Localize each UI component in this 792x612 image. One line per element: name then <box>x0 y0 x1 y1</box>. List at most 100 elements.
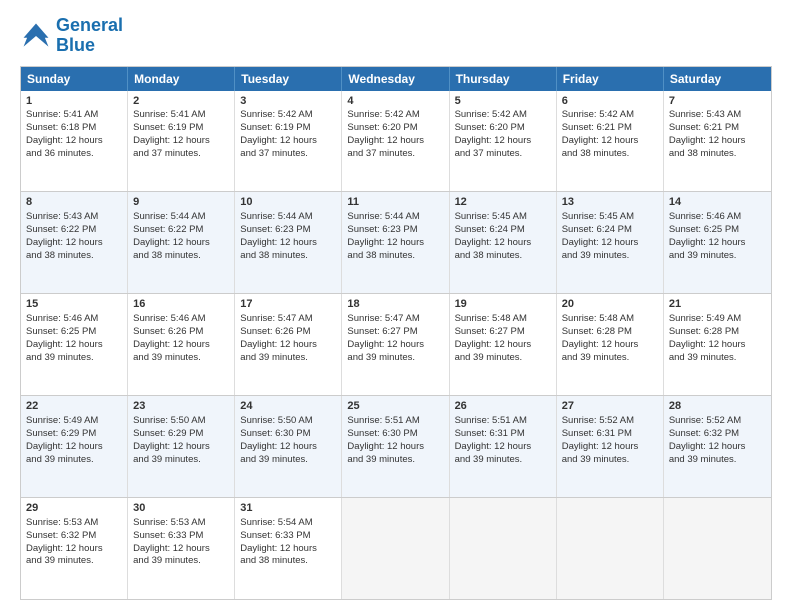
daylight-extra: and 39 minutes. <box>347 352 415 363</box>
daylight-extra: and 39 minutes. <box>240 352 308 363</box>
sunset: Sunset: 6:32 PM <box>26 530 96 541</box>
sunset: Sunset: 6:18 PM <box>26 122 96 133</box>
sunset: Sunset: 6:20 PM <box>347 122 417 133</box>
daylight-extra: and 38 minutes. <box>133 250 201 261</box>
calendar-cell: 25Sunrise: 5:51 AMSunset: 6:30 PMDayligh… <box>342 396 449 497</box>
sunset: Sunset: 6:24 PM <box>562 224 632 235</box>
logo-text: General Blue <box>56 16 123 56</box>
sunset: Sunset: 6:24 PM <box>455 224 525 235</box>
calendar-week-3: 22Sunrise: 5:49 AMSunset: 6:29 PMDayligh… <box>21 395 771 497</box>
sunset: Sunset: 6:26 PM <box>133 326 203 337</box>
calendar-cell: 19Sunrise: 5:48 AMSunset: 6:27 PMDayligh… <box>450 294 557 395</box>
sunrise: Sunrise: 5:53 AM <box>133 517 205 528</box>
calendar-cell: 7Sunrise: 5:43 AMSunset: 6:21 PMDaylight… <box>664 91 771 192</box>
day-number: 20 <box>562 297 658 312</box>
day-number: 6 <box>562 94 658 109</box>
sunset: Sunset: 6:22 PM <box>26 224 96 235</box>
logo-icon <box>20 20 52 52</box>
sunrise: Sunrise: 5:41 AM <box>133 109 205 120</box>
calendar-cell: 27Sunrise: 5:52 AMSunset: 6:31 PMDayligh… <box>557 396 664 497</box>
day-number: 15 <box>26 297 122 312</box>
sunrise: Sunrise: 5:46 AM <box>133 313 205 324</box>
calendar-cell: 23Sunrise: 5:50 AMSunset: 6:29 PMDayligh… <box>128 396 235 497</box>
daylight-extra: and 39 minutes. <box>26 352 94 363</box>
sunrise: Sunrise: 5:43 AM <box>26 211 98 222</box>
daylight-extra: and 38 minutes. <box>26 250 94 261</box>
daylight-extra: and 37 minutes. <box>240 148 308 159</box>
logo: General Blue <box>20 16 123 56</box>
daylight: Daylight: 12 hours <box>240 543 317 554</box>
sunrise: Sunrise: 5:42 AM <box>455 109 527 120</box>
calendar-cell: 20Sunrise: 5:48 AMSunset: 6:28 PMDayligh… <box>557 294 664 395</box>
calendar-week-0: 1Sunrise: 5:41 AMSunset: 6:18 PMDaylight… <box>21 91 771 192</box>
sunset: Sunset: 6:23 PM <box>240 224 310 235</box>
sunset: Sunset: 6:20 PM <box>455 122 525 133</box>
sunset: Sunset: 6:33 PM <box>240 530 310 541</box>
calendar-cell: 26Sunrise: 5:51 AMSunset: 6:31 PMDayligh… <box>450 396 557 497</box>
sunrise: Sunrise: 5:49 AM <box>669 313 741 324</box>
day-number: 13 <box>562 195 658 210</box>
daylight: Daylight: 12 hours <box>240 135 317 146</box>
day-number: 25 <box>347 399 443 414</box>
calendar-cell: 9Sunrise: 5:44 AMSunset: 6:22 PMDaylight… <box>128 192 235 293</box>
sunrise: Sunrise: 5:44 AM <box>347 211 419 222</box>
calendar-header: SundayMondayTuesdayWednesdayThursdayFrid… <box>21 67 771 91</box>
daylight-extra: and 37 minutes. <box>133 148 201 159</box>
sunrise: Sunrise: 5:45 AM <box>455 211 527 222</box>
sunset: Sunset: 6:28 PM <box>669 326 739 337</box>
sunset: Sunset: 6:21 PM <box>669 122 739 133</box>
daylight-extra: and 36 minutes. <box>26 148 94 159</box>
calendar-week-4: 29Sunrise: 5:53 AMSunset: 6:32 PMDayligh… <box>21 497 771 599</box>
daylight-extra: and 38 minutes. <box>669 148 737 159</box>
header-day-tuesday: Tuesday <box>235 67 342 91</box>
daylight-extra: and 39 minutes. <box>669 454 737 465</box>
daylight: Daylight: 12 hours <box>669 135 746 146</box>
sunrise: Sunrise: 5:54 AM <box>240 517 312 528</box>
calendar-cell: 6Sunrise: 5:42 AMSunset: 6:21 PMDaylight… <box>557 91 664 192</box>
daylight: Daylight: 12 hours <box>347 135 424 146</box>
sunrise: Sunrise: 5:45 AM <box>562 211 634 222</box>
day-number: 14 <box>669 195 766 210</box>
sunrise: Sunrise: 5:41 AM <box>26 109 98 120</box>
sunset: Sunset: 6:29 PM <box>133 428 203 439</box>
header-day-wednesday: Wednesday <box>342 67 449 91</box>
daylight: Daylight: 12 hours <box>133 339 210 350</box>
sunset: Sunset: 6:29 PM <box>26 428 96 439</box>
daylight: Daylight: 12 hours <box>562 135 639 146</box>
header-day-thursday: Thursday <box>450 67 557 91</box>
header-day-monday: Monday <box>128 67 235 91</box>
calendar-cell: 21Sunrise: 5:49 AMSunset: 6:28 PMDayligh… <box>664 294 771 395</box>
sunset: Sunset: 6:19 PM <box>240 122 310 133</box>
sunset: Sunset: 6:27 PM <box>455 326 525 337</box>
sunset: Sunset: 6:19 PM <box>133 122 203 133</box>
sunset: Sunset: 6:23 PM <box>347 224 417 235</box>
sunset: Sunset: 6:27 PM <box>347 326 417 337</box>
daylight-extra: and 39 minutes. <box>26 555 94 566</box>
header-day-saturday: Saturday <box>664 67 771 91</box>
day-number: 12 <box>455 195 551 210</box>
sunrise: Sunrise: 5:52 AM <box>562 415 634 426</box>
daylight: Daylight: 12 hours <box>347 237 424 248</box>
sunrise: Sunrise: 5:53 AM <box>26 517 98 528</box>
day-number: 22 <box>26 399 122 414</box>
day-number: 30 <box>133 501 229 516</box>
daylight-extra: and 39 minutes. <box>240 454 308 465</box>
daylight-extra: and 38 minutes. <box>562 148 630 159</box>
day-number: 27 <box>562 399 658 414</box>
day-number: 31 <box>240 501 336 516</box>
daylight-extra: and 38 minutes. <box>240 555 308 566</box>
daylight-extra: and 39 minutes. <box>562 352 630 363</box>
daylight: Daylight: 12 hours <box>455 135 532 146</box>
day-number: 5 <box>455 94 551 109</box>
daylight: Daylight: 12 hours <box>26 441 103 452</box>
sunrise: Sunrise: 5:42 AM <box>240 109 312 120</box>
calendar-cell: 22Sunrise: 5:49 AMSunset: 6:29 PMDayligh… <box>21 396 128 497</box>
daylight-extra: and 38 minutes. <box>347 250 415 261</box>
daylight: Daylight: 12 hours <box>133 237 210 248</box>
daylight-extra: and 38 minutes. <box>455 250 523 261</box>
daylight: Daylight: 12 hours <box>669 237 746 248</box>
sunrise: Sunrise: 5:48 AM <box>562 313 634 324</box>
sunrise: Sunrise: 5:42 AM <box>562 109 634 120</box>
page-header: General Blue <box>20 16 772 56</box>
day-number: 19 <box>455 297 551 312</box>
